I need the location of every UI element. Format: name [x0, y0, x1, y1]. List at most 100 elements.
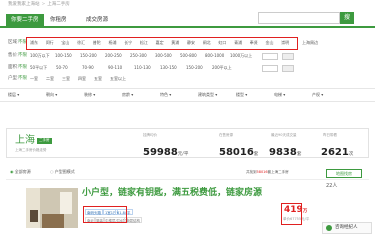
district-option-17[interactable]: 上海周边: [302, 41, 318, 45]
price-option-7[interactable]: 800-1000: [205, 54, 224, 58]
district-option-16[interactable]: 崇明: [281, 41, 289, 45]
price-option-4[interactable]: 250-300: [130, 54, 147, 58]
filter-dropdown-6[interactable]: 楼型 ▾: [236, 93, 247, 97]
price-option-5[interactable]: 300-500: [155, 54, 172, 58]
option-floorplan-mode[interactable]: ○ 户型图模式: [50, 170, 75, 174]
filter-dropdown-4[interactable]: 特色 ▾: [160, 93, 171, 97]
search-button[interactable]: 搜: [340, 12, 354, 24]
district-option-2[interactable]: 宝山: [61, 41, 69, 45]
recent-sold: 9838套: [269, 142, 301, 158]
district-option-3[interactable]: 徐汇: [77, 41, 85, 45]
listing-photo[interactable]: [26, 188, 78, 228]
chat-label: 咨询经纪人: [335, 225, 358, 230]
for-sale-unit: 套: [253, 152, 259, 157]
filter-area-any[interactable]: 不限: [18, 65, 27, 71]
room-option-5[interactable]: 五室以上: [110, 77, 126, 81]
search-input[interactable]: [258, 12, 340, 24]
chat-agent-button[interactable]: 咨询经纪人: [322, 222, 372, 234]
room-option-1[interactable]: 二室: [46, 77, 54, 81]
room-option-2[interactable]: 三室: [62, 77, 70, 81]
price-highlight: [281, 203, 302, 225]
price-min-input[interactable]: [262, 53, 278, 60]
for-sale: 58016套: [219, 142, 258, 158]
district-option-13[interactable]: 青浦: [234, 41, 242, 45]
price-confirm-button[interactable]: [282, 53, 294, 60]
avg-price-unit: 元/平: [177, 152, 189, 157]
for-sale-label: 在售房源: [219, 133, 233, 137]
district-option-9[interactable]: 黄浦: [171, 41, 179, 45]
recent-sold-label: 最近90天成交量: [271, 133, 297, 137]
listing-info-highlight: [83, 206, 127, 223]
avg-price-value: 59988: [143, 147, 178, 158]
district-option-7[interactable]: 松江: [140, 41, 148, 45]
district-option-8[interactable]: 嘉定: [156, 41, 164, 45]
breadcrumb-link-site[interactable]: 我爱我家上海站: [8, 2, 40, 7]
result-count: 共找到58016套上海二手房: [246, 170, 289, 174]
area-option-3[interactable]: 90-110: [108, 66, 122, 70]
price-option-6[interactable]: 500-800: [180, 54, 197, 58]
area-option-0[interactable]: 50平以下: [30, 66, 47, 70]
district-option-15[interactable]: 金山: [266, 41, 274, 45]
listing-title[interactable]: 小户型，链家有钥匙，满五税费低，链家房源: [82, 189, 262, 198]
search-icon: 搜: [343, 14, 350, 21]
recent-sold-value: 9838: [269, 147, 297, 158]
city-subtitle[interactable]: 上海二手房价格走势: [15, 148, 47, 153]
yesterday-label: 昨日带看: [323, 133, 337, 137]
district-option-12[interactable]: 虹口: [218, 41, 226, 45]
district-option-10[interactable]: 静安: [187, 41, 195, 45]
tab-rent[interactable]: 你租房: [50, 14, 67, 26]
followers-count: 22人: [326, 183, 338, 189]
avg-price-label: 挂牌均价: [143, 133, 157, 137]
district-option-5[interactable]: 杨浦: [109, 41, 117, 45]
district-option-4[interactable]: 普陀: [93, 41, 101, 45]
area-min-input[interactable]: [262, 65, 278, 72]
breadcrumb: 我爱我家上海站 > 上海二手房: [8, 2, 70, 8]
area-option-6[interactable]: 150-200: [186, 66, 203, 70]
area-option-7[interactable]: 200平以上: [212, 66, 232, 70]
breadcrumb-current: 上海二手房: [47, 2, 70, 7]
filter-room-any[interactable]: 不限: [18, 76, 27, 82]
price-unit: 万: [302, 209, 308, 214]
area-option-5[interactable]: 130-150: [160, 66, 177, 70]
room-option-4[interactable]: 五室: [94, 77, 102, 81]
price-option-1[interactable]: 100-150: [55, 54, 72, 58]
filter-dropdown-7[interactable]: 电梯 ▾: [274, 93, 285, 97]
city-badge: 二手房: [37, 138, 52, 144]
city-name: 上海: [15, 135, 35, 146]
price-option-3[interactable]: 200-250: [105, 54, 122, 58]
tab-sold[interactable]: 成交房源: [86, 14, 108, 26]
area-option-2[interactable]: 70-90: [82, 66, 94, 70]
district-option-14[interactable]: 奉贤: [250, 41, 258, 45]
price-option-8[interactable]: 1000万以上: [230, 54, 252, 58]
district-option-1[interactable]: 闵行: [46, 41, 54, 45]
filter-dropdown-8[interactable]: 产权 ▾: [312, 93, 323, 97]
district-option-0[interactable]: 浦东: [30, 41, 38, 45]
map-search-button[interactable]: 地图找房: [326, 169, 362, 178]
more-filters-bar: 楼层 ▾ 朝向 ▾ 装修 ▾ 房龄 ▾ 特色 ▾ 建筑类型 ▾ 楼型 ▾ 电梯 ▾ 产权 ▾: [0, 88, 375, 102]
filter-dropdown-2[interactable]: 装修 ▾: [84, 93, 95, 97]
district-option-6[interactable]: 长宁: [124, 41, 132, 45]
filter-dropdown-3[interactable]: 房龄 ▾: [122, 93, 133, 97]
district-option-11[interactable]: 闸北: [203, 41, 211, 45]
yesterday: 2621次: [321, 142, 353, 158]
for-sale-value: 58016: [219, 147, 254, 158]
listing-photo-image: [26, 188, 78, 228]
option-all-listings[interactable]: ◉ 全部房源: [10, 170, 31, 174]
filter-dropdown-0[interactable]: 楼层 ▾: [8, 93, 19, 97]
filter-dropdown-1[interactable]: 朝向 ▾: [46, 93, 57, 97]
area-option-4[interactable]: 110-130: [134, 66, 151, 70]
avg-price: 59988元/平: [143, 142, 188, 158]
filter-dropdown-5[interactable]: 建筑类型 ▾: [198, 93, 217, 97]
price-option-0[interactable]: 100万以下: [30, 54, 50, 58]
room-option-3[interactable]: 四室: [78, 77, 86, 81]
filter-price-any[interactable]: 不限: [18, 53, 27, 59]
yesterday-unit: 次: [348, 152, 354, 157]
tab-underline: [0, 26, 375, 28]
room-option-0[interactable]: 一室: [30, 77, 38, 81]
list-toolbar: ◉ 全部房源 ○ 户型图模式 共找到58016套上海二手房 地图找房: [6, 166, 369, 180]
area-confirm-button[interactable]: [282, 65, 294, 72]
market-stats: 上海 二手房 上海二手房价格走势 挂牌均价 59988元/平 在售房源 5801…: [6, 128, 369, 158]
price-option-2[interactable]: 150-200: [80, 54, 97, 58]
area-option-1[interactable]: 50-70: [56, 66, 68, 70]
tab-ershoufang[interactable]: 你要二手房: [6, 14, 44, 26]
